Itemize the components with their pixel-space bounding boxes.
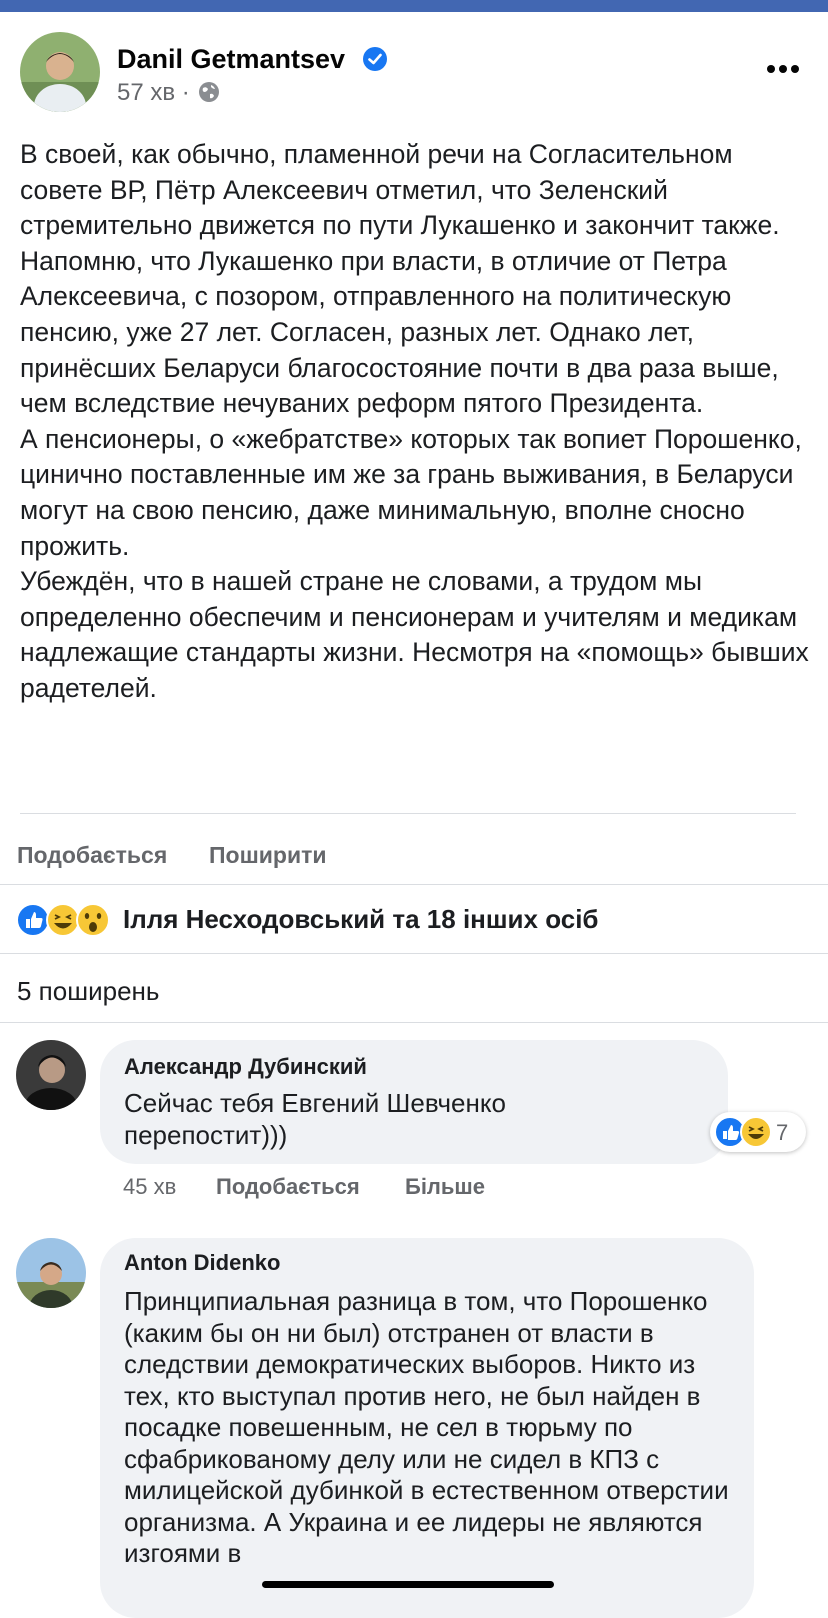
comment-avatar[interactable]: [16, 1238, 86, 1308]
post-paragraph: Убеждён, что в нашей стране не словами, …: [20, 566, 809, 703]
divider: [0, 1022, 828, 1023]
comment-more-button[interactable]: Більше: [405, 1174, 485, 1200]
like-reaction-icon: [16, 903, 50, 937]
wow-reaction-icon: [76, 903, 110, 937]
post-paragraph: А пенсионеры, о «жебратстве» которых так…: [20, 423, 802, 561]
post-actions: Подобається Поширити: [0, 830, 828, 880]
comment-author[interactable]: Александр Дубинский: [124, 1054, 367, 1080]
globe-icon: [198, 81, 220, 103]
divider: [20, 813, 796, 814]
comment-text: Принципиальная разница в том, что Пороше…: [124, 1286, 729, 1568]
author-avatar[interactable]: [20, 32, 100, 112]
like-button[interactable]: Подобається: [17, 842, 167, 869]
comment-reaction-count: 7: [776, 1120, 789, 1145]
reactions-summary[interactable]: Ілля Несходовський та 18 інших осіб: [0, 900, 828, 960]
haha-reaction-icon: [740, 1116, 772, 1148]
divider: [0, 884, 828, 885]
post-body: В своей, как обычно, пламенной речи на С…: [20, 137, 820, 707]
comment-author[interactable]: Anton Didenko: [124, 1250, 280, 1276]
comment-text: Сейчас тебя Евгений Шевченко перепостит)…: [124, 1088, 506, 1150]
reaction-icons: [16, 902, 116, 938]
post-header: Danil Getmantsev 57 хв ·: [0, 12, 828, 122]
divider: [0, 953, 828, 954]
comment-time[interactable]: 45 хв: [123, 1174, 176, 1200]
comment-bubble: Anton Didenko Принципиальная разница в т…: [100, 1238, 754, 1618]
comment-bubble: Александр Дубинский Сейчас тебя Евгений …: [100, 1040, 728, 1164]
post-paragraph: В своей, как обычно, пламенной речи на С…: [20, 139, 780, 241]
verified-icon: [362, 46, 388, 72]
meta-separator: ·: [181, 79, 190, 106]
comment-actions: 45 хв Подобається Більше: [0, 1174, 828, 1204]
app-top-bar: [0, 0, 828, 12]
post-paragraph: Напомню, что Лукашенко при власти, в отл…: [20, 245, 779, 419]
comment-reactions-badge[interactable]: 7: [710, 1112, 806, 1152]
shares-count[interactable]: 5 поширень: [17, 976, 159, 1007]
haha-reaction-icon: [46, 903, 80, 937]
comment-like-button[interactable]: Подобається: [216, 1174, 360, 1200]
post-meta: 57 хв ·: [117, 79, 190, 107]
reactions-text: Ілля Несходовський та 18 інших осіб: [123, 904, 599, 934]
post-time[interactable]: 57 хв: [117, 79, 175, 106]
share-button[interactable]: Поширити: [209, 842, 326, 869]
home-indicator: [262, 1581, 554, 1588]
comment-avatar[interactable]: [16, 1040, 86, 1110]
more-options-icon[interactable]: [765, 62, 801, 76]
author-name[interactable]: Danil Getmantsev: [117, 44, 345, 75]
